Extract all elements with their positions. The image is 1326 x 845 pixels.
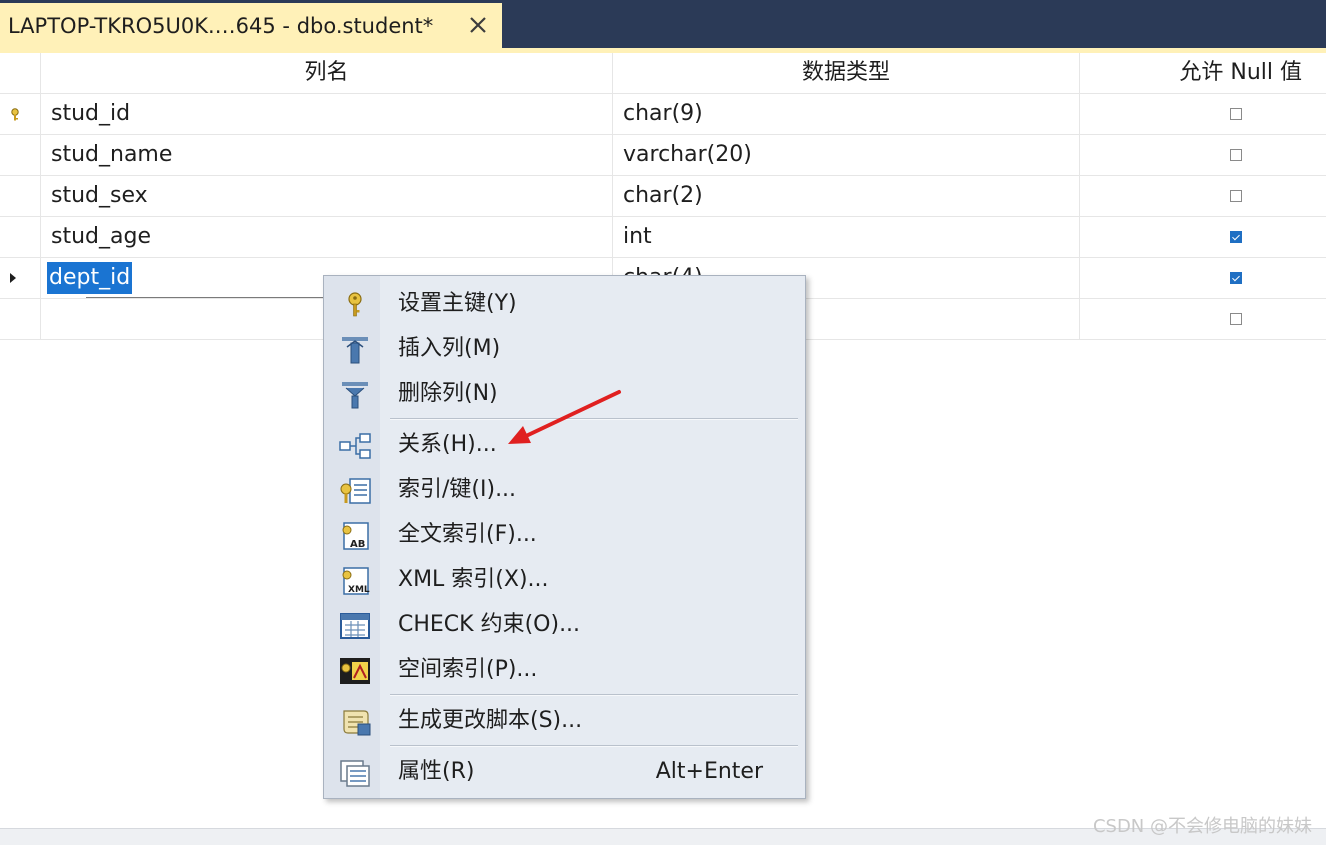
allow-null-cell bbox=[1080, 299, 1326, 339]
column-name-cell[interactable]: stud_id bbox=[41, 94, 613, 134]
column-name-editor[interactable]: dept_id bbox=[47, 262, 133, 294]
row-selector[interactable] bbox=[0, 135, 41, 175]
allow-null-checkbox[interactable] bbox=[1230, 108, 1242, 120]
menu-separator bbox=[390, 694, 798, 696]
table-row[interactable]: stud_name varchar(20) bbox=[0, 135, 1326, 176]
data-type-cell[interactable]: char(2) bbox=[613, 176, 1080, 216]
check-constraint-icon bbox=[340, 613, 370, 639]
primary-key-icon bbox=[11, 108, 19, 121]
allow-null-cell bbox=[1080, 217, 1326, 257]
menu-item-generate-change-script[interactable]: 生成更改脚本(S)... bbox=[324, 699, 805, 743]
spatial-index-icon bbox=[340, 658, 370, 684]
column-name-cell[interactable]: stud_age bbox=[41, 217, 613, 257]
data-type-cell[interactable]: char(9) bbox=[613, 94, 1080, 134]
context-menu: 设置主键(Y) 插入列(M) 删除列(N) 关系(H)... 索引/键(I)..… bbox=[323, 275, 806, 799]
svg-text:XML: XML bbox=[348, 585, 370, 595]
menu-item-label: CHECK 约束(O)... bbox=[398, 612, 581, 637]
delete-column-icon bbox=[342, 382, 368, 409]
menu-item-fulltext-index[interactable]: AB 全文索引(F)... bbox=[324, 513, 805, 557]
column-name-cell[interactable]: stud_sex bbox=[41, 176, 613, 216]
menu-item-relationships[interactable]: 关系(H)... bbox=[324, 423, 805, 467]
close-icon[interactable] bbox=[468, 15, 488, 35]
row-selector[interactable] bbox=[0, 217, 41, 257]
row-selector[interactable] bbox=[0, 258, 41, 298]
menu-item-label: 关系(H)... bbox=[398, 432, 497, 457]
grid-header: 列名 数据类型 允许 Null 值 bbox=[0, 53, 1326, 94]
menu-item-check-constraint[interactable]: CHECK 约束(O)... bbox=[324, 603, 805, 647]
allow-null-checkbox[interactable] bbox=[1230, 272, 1242, 284]
menu-separator bbox=[390, 418, 798, 420]
fulltext-index-icon: AB bbox=[342, 522, 369, 550]
allow-null-cell bbox=[1080, 135, 1326, 175]
menu-item-label: XML 索引(X)... bbox=[398, 567, 549, 592]
row-selector[interactable] bbox=[0, 299, 41, 339]
menu-separator bbox=[390, 745, 798, 747]
column-name-cell[interactable]: stud_name bbox=[41, 135, 613, 175]
menu-item-xml-index[interactable]: XML XML 索引(X)... bbox=[324, 558, 805, 602]
allow-null-cell bbox=[1080, 94, 1326, 134]
table-row[interactable]: stud_sex char(2) bbox=[0, 176, 1326, 217]
menu-item-indexes-keys[interactable]: 索引/键(I)... bbox=[324, 468, 805, 512]
table-row[interactable]: stud_age int bbox=[0, 217, 1326, 258]
header-row-selector bbox=[0, 53, 41, 93]
watermark: CSDN @不会修电脑的妹妹 bbox=[1092, 816, 1312, 837]
row-selector[interactable] bbox=[0, 176, 41, 216]
table-row[interactable]: stud_id char(9) bbox=[0, 94, 1326, 135]
allow-null-checkbox[interactable] bbox=[1230, 190, 1242, 202]
document-tab-strip: LAPTOP-TKRO5U0K.…645 - dbo.student* bbox=[0, 0, 1326, 48]
svg-text:AB: AB bbox=[350, 539, 365, 550]
allow-null-checkbox[interactable] bbox=[1230, 231, 1242, 243]
index-key-icon bbox=[340, 478, 371, 504]
current-row-arrow-icon bbox=[10, 273, 16, 283]
menu-item-set-primary-key[interactable]: 设置主键(Y) bbox=[324, 282, 805, 326]
menu-item-label: 设置主键(Y) bbox=[398, 291, 517, 316]
properties-icon bbox=[340, 760, 370, 787]
insert-column-icon bbox=[342, 337, 368, 364]
column-header-name[interactable]: 列名 bbox=[41, 53, 613, 93]
allow-null-cell bbox=[1080, 258, 1326, 298]
xml-index-icon: XML bbox=[342, 567, 370, 595]
allow-null-checkbox[interactable] bbox=[1230, 149, 1242, 161]
menu-item-label: 属性(R) bbox=[398, 759, 475, 784]
menu-item-delete-column[interactable]: 删除列(N) bbox=[324, 372, 805, 416]
allow-null-checkbox[interactable] bbox=[1230, 313, 1242, 325]
menu-item-label: 空间索引(P)... bbox=[398, 657, 538, 682]
menu-item-label: 插入列(M) bbox=[398, 336, 501, 361]
row-selector[interactable] bbox=[0, 94, 41, 134]
menu-item-label: 全文索引(F)... bbox=[398, 522, 537, 547]
menu-item-label: 删除列(N) bbox=[398, 381, 498, 406]
document-tab-title: LAPTOP-TKRO5U0K.…645 - dbo.student* bbox=[8, 13, 434, 38]
menu-item-shortcut: Alt+Enter bbox=[655, 759, 763, 784]
menu-item-properties[interactable]: 属性(R) Alt+Enter bbox=[324, 750, 805, 794]
data-type-cell[interactable]: varchar(20) bbox=[613, 135, 1080, 175]
relationships-icon bbox=[339, 433, 371, 459]
column-header-allow-null[interactable]: 允许 Null 值 bbox=[1080, 53, 1326, 93]
menu-item-label: 索引/键(I)... bbox=[398, 477, 517, 502]
data-type-cell[interactable]: int bbox=[613, 217, 1080, 257]
column-header-type[interactable]: 数据类型 bbox=[613, 53, 1080, 93]
key-icon bbox=[348, 292, 362, 317]
allow-null-cell bbox=[1080, 176, 1326, 216]
document-tab[interactable]: LAPTOP-TKRO5U0K.…645 - dbo.student* bbox=[0, 3, 502, 48]
generate-script-icon bbox=[343, 710, 371, 736]
menu-item-insert-column[interactable]: 插入列(M) bbox=[324, 327, 805, 371]
menu-item-spatial-index[interactable]: 空间索引(P)... bbox=[324, 648, 805, 692]
menu-item-label: 生成更改脚本(S)... bbox=[398, 708, 583, 733]
